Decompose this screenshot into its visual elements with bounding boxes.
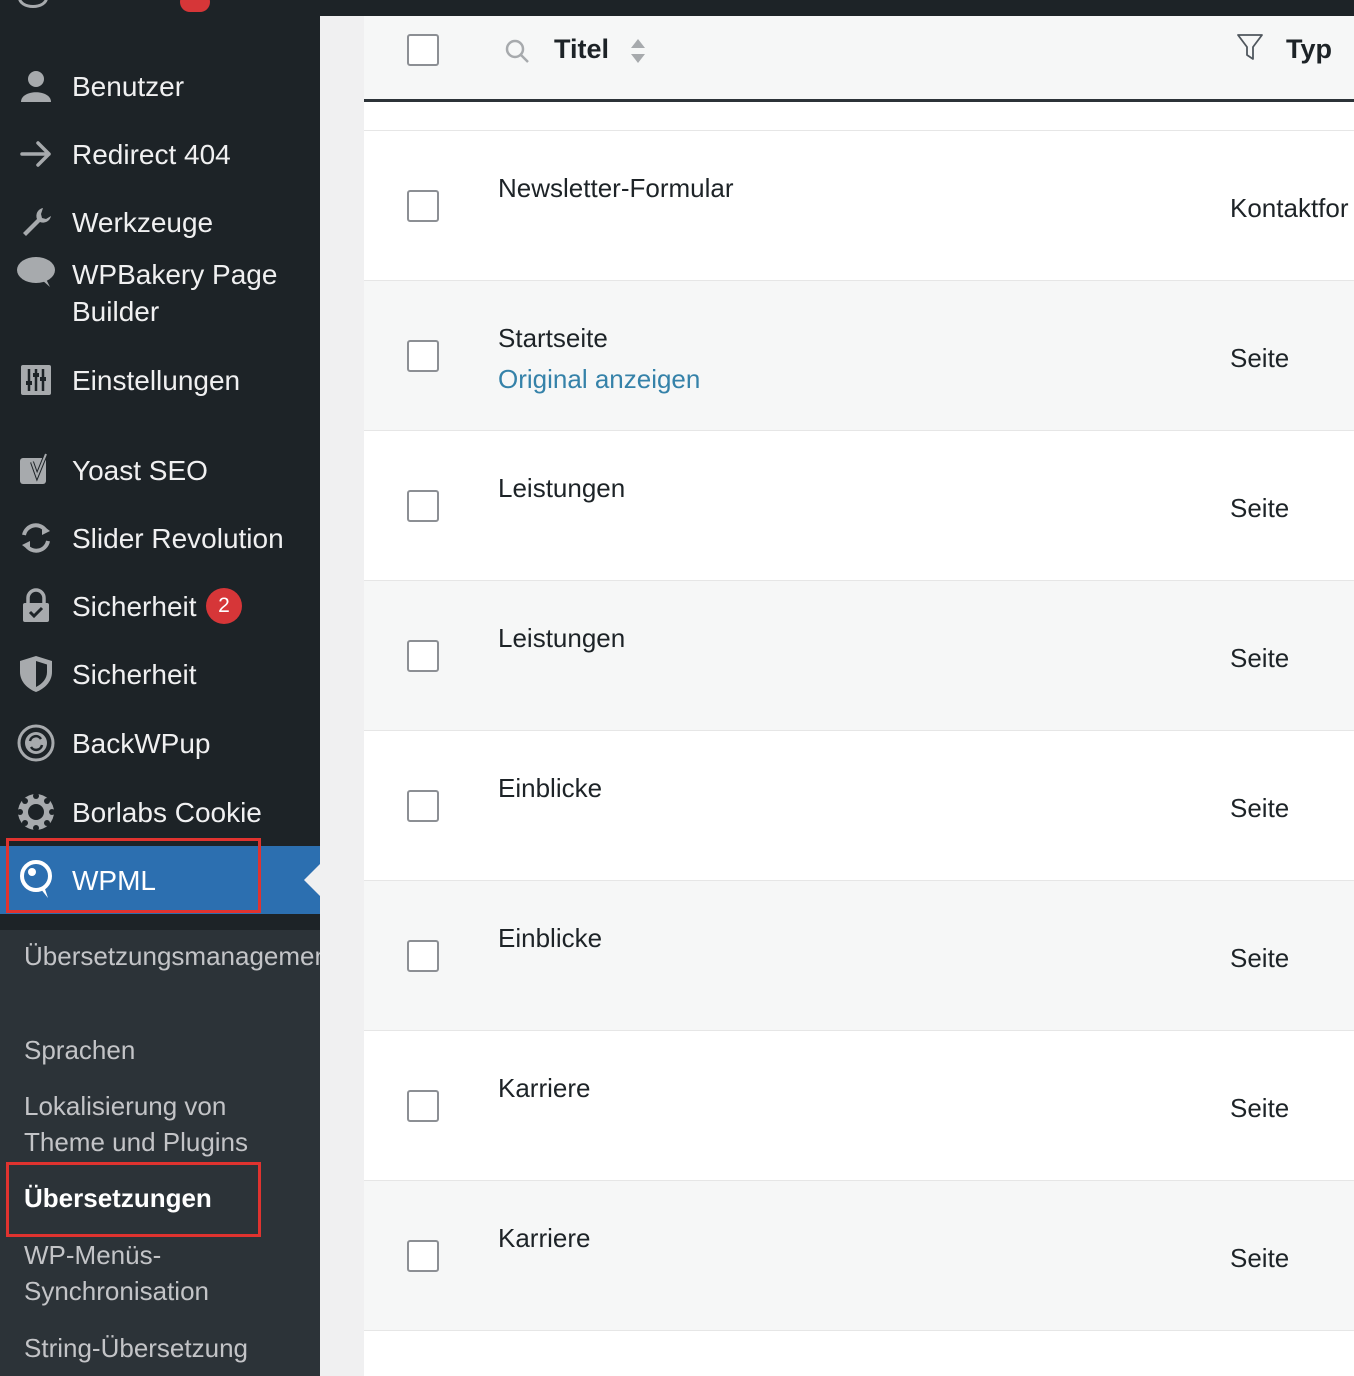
submenu-item-lokalisierung[interactable]: Lokalisierung von Theme und Plugins (24, 1088, 309, 1160)
table-row: Newsletter-Formular Kontaktfor (364, 130, 1354, 280)
submenu-item-wp-menues-sync[interactable]: WP-Menüs-Synchronisation (24, 1237, 309, 1309)
sidebar-item-slider-revolution[interactable]: Slider Revolution (0, 500, 320, 576)
update-count-badge: 2 (206, 588, 242, 624)
shield-icon (16, 654, 56, 694)
table-row: Einblicke Seite (364, 880, 1354, 1030)
table-row: Leistungen Seite (364, 580, 1354, 730)
arrow-right-icon (16, 134, 56, 174)
refresh-icon (16, 518, 56, 558)
sidebar-item-backwpup[interactable]: BackWPup (0, 705, 320, 781)
sidebar-item-label: Redirect 404 (72, 138, 231, 170)
row-title: Karriere (498, 1073, 591, 1103)
row-type: Seite (1230, 943, 1290, 973)
lock-icon (16, 586, 56, 626)
row-title: Karriere (498, 1223, 591, 1253)
table-row: Karriere Seite (364, 1180, 1354, 1330)
sidebar-item-redirect-404[interactable]: Redirect 404 (0, 116, 320, 192)
sidebar-item-label: Sicherheit (72, 658, 197, 690)
sidebar-item-label: Slider Revolution (72, 522, 284, 554)
wrench-icon (16, 202, 56, 242)
row-checkbox[interactable] (407, 640, 439, 672)
row-type: Kontaktfor (1230, 193, 1349, 223)
sidebar-item-label: Sicherheit (72, 590, 197, 622)
user-icon (16, 66, 56, 106)
row-title: Einblicke (498, 773, 603, 803)
sidebar-item-yoast-seo[interactable]: Yoast SEO (0, 432, 320, 508)
row-title: Leistungen (498, 623, 626, 653)
row-type: Seite (1230, 1093, 1290, 1123)
submenu-item-sprachen[interactable]: Sprachen (24, 1032, 309, 1068)
highlight-box-wpml (6, 838, 261, 913)
row-type: Seite (1230, 643, 1290, 673)
filter-icon[interactable] (1236, 32, 1264, 67)
sort-icon[interactable] (628, 36, 648, 71)
sidebar-item-label: BackWPup (72, 727, 211, 759)
sidebar-item-einstellungen[interactable]: Einstellungen (0, 342, 320, 418)
admin-top-bar (0, 0, 1354, 16)
sidebar-item-label: Einstellungen (72, 364, 241, 396)
settings-sliders-icon (16, 360, 56, 400)
sidebar-item-label: Werkzeuge (72, 206, 214, 238)
sidebar-item-label: Borlabs Cookie (72, 796, 262, 828)
sidebar-item-sicherheit-1[interactable]: Sicherheit 2 (0, 568, 320, 644)
sidebar-item-werkzeuge[interactable]: Werkzeuge (0, 184, 320, 260)
main-content: Titel Typ Newsletter-Formular Kontaktfor… (320, 16, 1354, 1376)
yoast-icon (16, 450, 56, 490)
highlight-box-uebersetzungen (6, 1162, 261, 1237)
row-title: Startseite (498, 323, 608, 353)
sidebar-item-wpbakery[interactable]: WPBakery Page Builder (0, 252, 320, 342)
sidebar-item-sicherheit-2[interactable]: Sicherheit (0, 636, 320, 712)
row-checkbox[interactable] (407, 940, 439, 972)
table-row: Karriere Seite (364, 1030, 1354, 1180)
translations-table: Titel Typ Newsletter-Formular Kontaktfor… (364, 16, 1354, 1376)
table-row: Einblicke Seite (364, 730, 1354, 880)
table-row (364, 1330, 1354, 1376)
row-type: Seite (1230, 793, 1290, 823)
row-title: Newsletter-Formular (498, 173, 734, 203)
row-type: Seite (1230, 1243, 1290, 1273)
submenu-item-string-uebersetzung[interactable]: String-Übersetzung (24, 1330, 309, 1366)
view-original-link[interactable]: Original anzeigen (498, 362, 700, 396)
row-checkbox[interactable] (407, 490, 439, 522)
sidebar-item-benutzer[interactable]: Benutzer (0, 48, 320, 124)
wordpress-logo-icon[interactable] (18, 0, 48, 8)
row-checkbox[interactable] (407, 190, 439, 222)
cloud-icon (16, 252, 56, 292)
backwpup-icon (16, 723, 56, 763)
row-type: Seite (1230, 343, 1290, 373)
column-header-type[interactable]: Typ (1286, 34, 1332, 65)
wpml-submenu: Übersetzungsmanagement Sprachen Lokalisi… (0, 930, 336, 1376)
table-row: Leistungen Seite (364, 430, 1354, 580)
submenu-item-uebersetzungsmanagement[interactable]: Übersetzungsmanagement (24, 938, 336, 974)
sidebar-item-label: Yoast SEO (72, 454, 208, 486)
row-checkbox[interactable] (407, 1240, 439, 1272)
row-checkbox[interactable] (407, 790, 439, 822)
column-header-title[interactable]: Titel (554, 34, 609, 65)
table-row: Startseite Original anzeigen Seite (364, 280, 1354, 430)
row-checkbox[interactable] (407, 1090, 439, 1122)
row-type: Seite (1230, 493, 1290, 523)
row-title: Einblicke (498, 923, 603, 953)
notification-badge (180, 0, 210, 12)
select-all-checkbox[interactable] (407, 34, 439, 66)
table-header: Titel Typ (364, 16, 1354, 102)
sidebar-item-label: Benutzer (72, 70, 185, 102)
search-icon[interactable] (504, 38, 530, 69)
row-title: Leistungen (498, 473, 626, 503)
sidebar-item-label: WPBakery Page Builder (72, 259, 278, 327)
cookie-icon (16, 792, 56, 832)
row-checkbox[interactable] (407, 340, 439, 372)
